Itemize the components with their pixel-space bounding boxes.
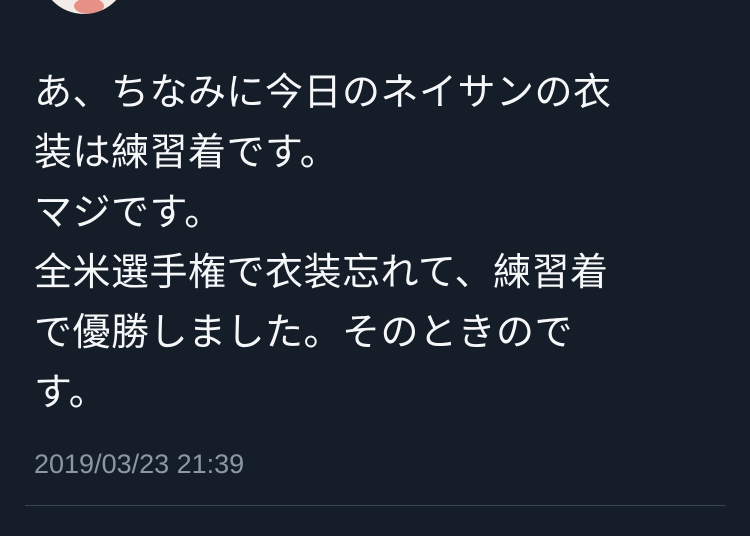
tweet-text-line-5: で優勝しました。そのときので bbox=[34, 310, 574, 354]
tweet-text-line-1: あ、ちなみに今日のネイサンの衣 bbox=[34, 70, 612, 114]
tweet-text-line-3: マジです。 bbox=[34, 190, 223, 234]
avatar-image-detail bbox=[74, 0, 104, 14]
tweet-text: あ、ちなみに今日のネイサンの衣 装は練習着です。 マジです。 全米選手権で衣装忘… bbox=[34, 62, 724, 422]
tweet-timestamp[interactable]: 2019/03/23 21:39 bbox=[34, 446, 244, 482]
user-avatar-icon[interactable] bbox=[40, 0, 128, 14]
tweet-card: あ、ちなみに今日のネイサンの衣 装は練習着です。 マジです。 全米選手権で衣装忘… bbox=[0, 0, 750, 536]
tweet-text-line-6: す。 bbox=[34, 370, 108, 414]
tweet-text-line-4: 全米選手権で衣装忘れて、練習着 bbox=[34, 250, 609, 294]
tweet-text-line-2: 装は練習着です。 bbox=[34, 130, 339, 174]
tweet-divider bbox=[25, 505, 725, 506]
